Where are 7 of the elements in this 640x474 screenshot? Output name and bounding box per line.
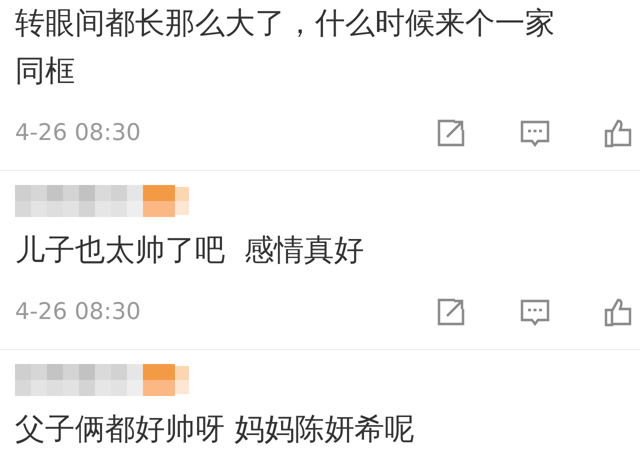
comment-time: 4-26 08:30: [15, 298, 141, 327]
share-icon[interactable]: [435, 117, 467, 149]
comment-text: 转眼间都长那么大了，什么时候来个一家 同框: [15, 5, 556, 91]
comment-time: 4-26 08:30: [15, 118, 141, 148]
comment-text: 儿子也太帅了吧 感情真好: [15, 232, 366, 270]
share-icon[interactable]: [435, 296, 467, 328]
comment-text: 父子俩都好帅呀 妈妈陈妍希呢: [15, 411, 416, 449]
